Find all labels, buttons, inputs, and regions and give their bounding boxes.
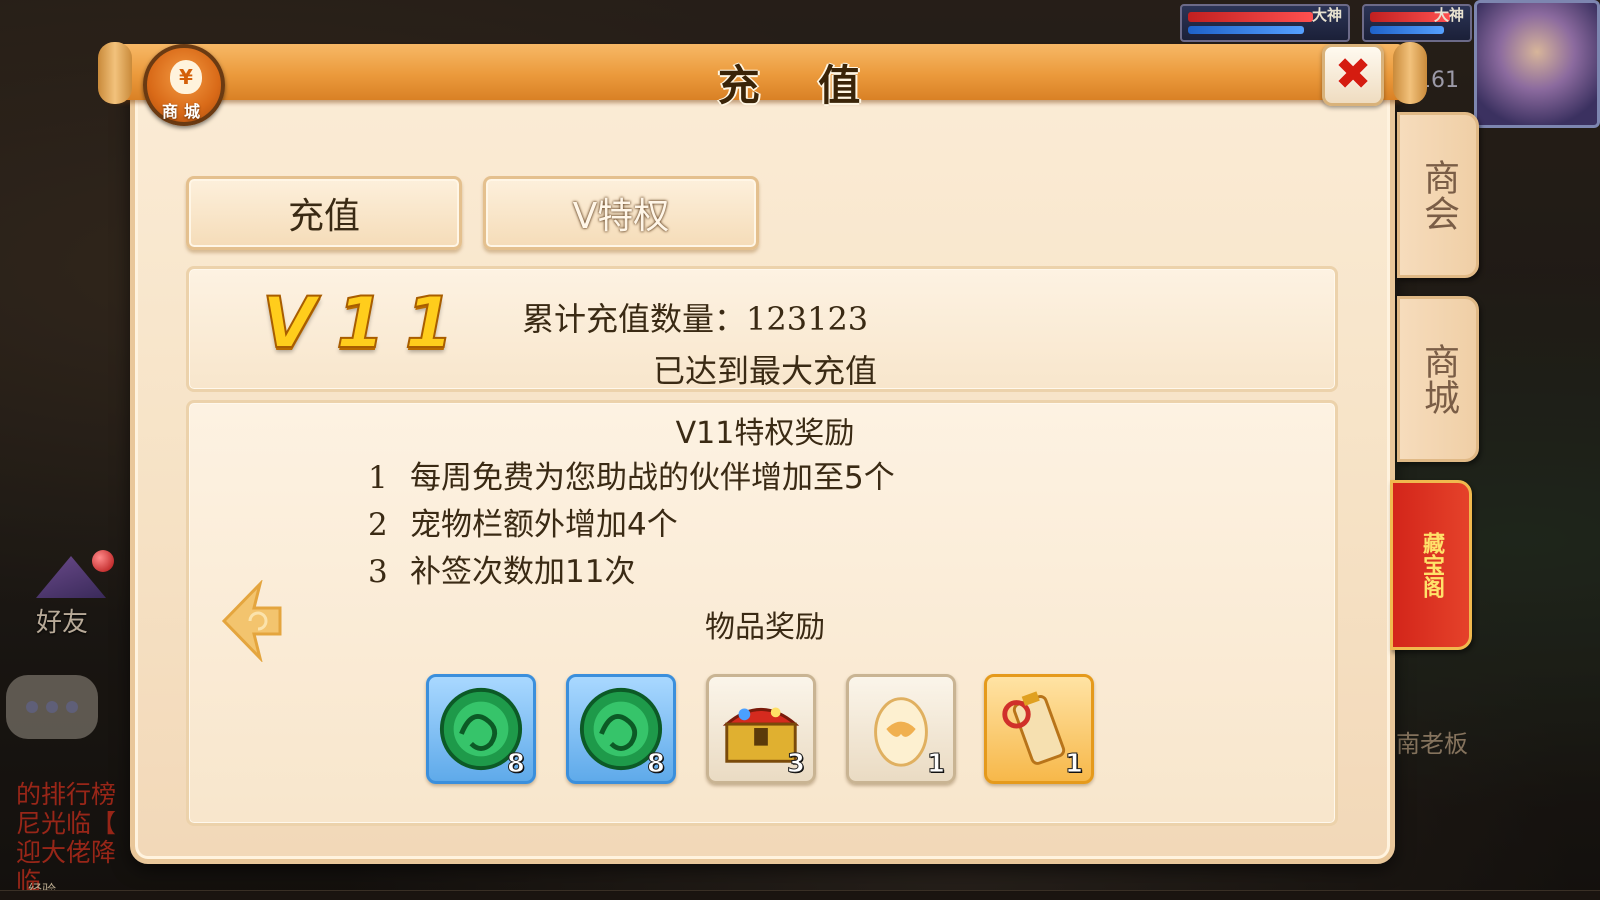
chat-dot-icon [46,701,58,713]
npc-name-label: 南老板 [1396,730,1468,758]
privilege-reward-title: V11特权奖励 [675,416,855,451]
shop-emblem: ¥ 商城 [143,44,225,126]
previous-level-button[interactable] [220,578,284,664]
privilege-list: 1 每周免费为您助战的伙伴增加至5个 2 宠物栏额外增加4个 3 补签次数加11次 [368,452,895,593]
player-status-bar[interactable]: 大神 [1362,4,1472,42]
item-quantity: 8 [646,749,665,780]
chat-log: 的排行榜 尼光临【 迎大佬降临 [16,780,136,896]
reward-item-slot[interactable]: 3 [706,674,816,784]
hp-bar [1188,12,1313,22]
cumulative-recharge-amount: 累计充值数量：123123 [522,300,869,338]
privilege-number: 1 [368,460,388,496]
player-tag: 大神 [1433,6,1464,24]
reward-item-slot[interactable]: 8 [566,674,676,784]
chat-line: 的排行榜 [16,780,117,809]
privilege-item: 1 每周免费为您助战的伙伴增加至5个 [368,452,895,499]
money-bag-icon: ¥ [170,60,202,94]
chat-button[interactable] [6,675,98,739]
side-tab-label: 藏宝阁 [1419,532,1444,598]
privilege-item: 3 补签次数加11次 [368,546,895,593]
player-tag: 大神 [1311,6,1342,24]
reward-item-slot[interactable]: 1 [846,674,956,784]
tab-recharge[interactable]: 充值 [186,176,462,250]
mp-bar [1370,26,1445,34]
chat-line: 尼光临【 [16,809,117,838]
side-tab-guild[interactable]: 商会 [1397,112,1479,278]
privilege-text: 每周免费为您助战的伙伴增加至5个 [410,460,895,496]
target-status-bar[interactable]: 大神 [1180,4,1350,42]
exp-bar [0,890,1600,900]
side-tab-label: 商会 [1418,159,1459,231]
privilege-text: 补签次数加11次 [410,554,636,590]
side-tab-label: 商城 [1418,343,1459,415]
side-tab-shop[interactable]: 商城 [1397,296,1479,462]
chat-dot-icon [26,701,38,713]
max-recharge-status: 已达到最大充值 [652,352,877,390]
item-quantity: 8 [506,749,525,780]
tab-v-privilege[interactable]: V特权 [483,176,759,250]
chat-dot-icon [66,701,78,713]
close-button[interactable]: ✖ [1322,44,1384,106]
close-icon: ✖ [1334,49,1372,100]
arrow-left-icon [221,578,282,664]
privilege-number: 2 [368,507,388,543]
privilege-text: 宠物栏额外增加4个 [410,507,678,543]
privilege-item: 2 宠物栏额外增加4个 [368,499,895,546]
shop-emblem-label: 商城 [161,102,206,121]
item-quantity: 1 [926,749,945,780]
notification-ball-icon [92,550,114,572]
privilege-number: 3 [368,554,388,590]
reward-item-slot[interactable]: 8 [426,674,536,784]
item-quantity: 1 [1064,749,1083,780]
item-quantity: 3 [786,749,805,780]
side-tab-treasure-pavilion[interactable]: 藏宝阁 [1390,480,1472,650]
mp-bar [1188,26,1305,34]
reward-item-slot[interactable]: 1 [984,674,1094,784]
